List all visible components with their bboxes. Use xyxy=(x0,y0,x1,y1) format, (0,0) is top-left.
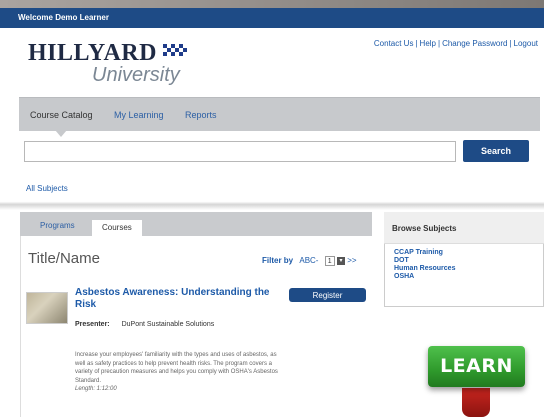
course-thumbnail[interactable] xyxy=(26,292,68,324)
presenter-line: Presenter: DuPont Sustainable Solutions xyxy=(75,321,214,328)
list-heading: Title/Name xyxy=(28,250,100,267)
presenter-name: DuPont Sustainable Solutions xyxy=(121,321,215,328)
filter-abc[interactable]: ABC- xyxy=(299,256,318,265)
browser-screen: Welcome Demo Learner HILLYARD University… xyxy=(0,0,544,417)
change-password-link[interactable]: Change Password xyxy=(442,39,507,48)
active-tab-pointer xyxy=(55,130,67,137)
header-strip xyxy=(0,0,544,8)
learn-key-image: LEARN xyxy=(428,346,525,387)
tab-reports[interactable]: Reports xyxy=(185,110,217,120)
subject-link-ccap[interactable]: CCAP Training xyxy=(394,249,455,257)
learn-key-base xyxy=(462,388,490,417)
main-nav: Course Catalog My Learning Reports xyxy=(19,97,540,131)
panel-tabs: Programs Courses xyxy=(20,212,372,236)
logo-subtitle: University xyxy=(92,64,180,86)
site-logo[interactable]: HILLYARD University xyxy=(28,40,189,86)
register-button[interactable]: Register xyxy=(289,288,366,302)
course-title-link[interactable]: Asbestos Awareness: Understanding the Ri… xyxy=(75,287,275,311)
checker-logo-icon xyxy=(163,44,188,56)
course-length: Length: 1:12:00 xyxy=(75,386,117,392)
welcome-bar: Welcome Demo Learner xyxy=(0,8,544,28)
page-select[interactable]: 1 xyxy=(324,256,335,266)
tab-my-learning[interactable]: My Learning xyxy=(114,110,164,120)
tab-course-catalog[interactable]: Course Catalog xyxy=(30,110,93,120)
course-description: Increase your employees' familiarity wit… xyxy=(75,351,285,394)
browse-subjects-heading: Browse Subjects xyxy=(384,212,544,244)
next-page-link[interactable]: >> xyxy=(347,256,356,265)
tab-courses[interactable]: Courses xyxy=(92,220,142,236)
welcome-text: Welcome Demo Learner xyxy=(18,13,109,22)
chevron-down-icon[interactable]: ▾ xyxy=(336,257,345,265)
subject-link-hr[interactable]: Human Resources xyxy=(394,265,455,273)
contact-us-link[interactable]: Contact Us xyxy=(374,39,414,48)
all-subjects-link[interactable]: All Subjects xyxy=(26,184,68,193)
presenter-label: Presenter: xyxy=(75,321,110,328)
utility-links: Contact Us | Help | Change Password | Logout xyxy=(373,39,538,48)
logout-link[interactable]: Logout xyxy=(514,39,538,48)
filter-control: Filter by ABC- 1 ▾ >> xyxy=(262,256,357,266)
logo-brand: HILLYARD xyxy=(28,40,157,66)
subject-link-osha[interactable]: OSHA xyxy=(394,273,455,281)
search-button[interactable]: Search xyxy=(463,140,529,162)
divider xyxy=(0,196,544,210)
browse-subjects-list: CCAP Training DOT Human Resources OSHA xyxy=(394,249,455,281)
search-input[interactable] xyxy=(24,141,456,162)
description-text: Increase your employees' familiarity wit… xyxy=(75,352,278,384)
subject-link-dot[interactable]: DOT xyxy=(394,257,455,265)
help-link[interactable]: Help xyxy=(420,39,436,48)
filter-label: Filter by xyxy=(262,256,294,266)
tab-programs[interactable]: Programs xyxy=(40,221,75,230)
